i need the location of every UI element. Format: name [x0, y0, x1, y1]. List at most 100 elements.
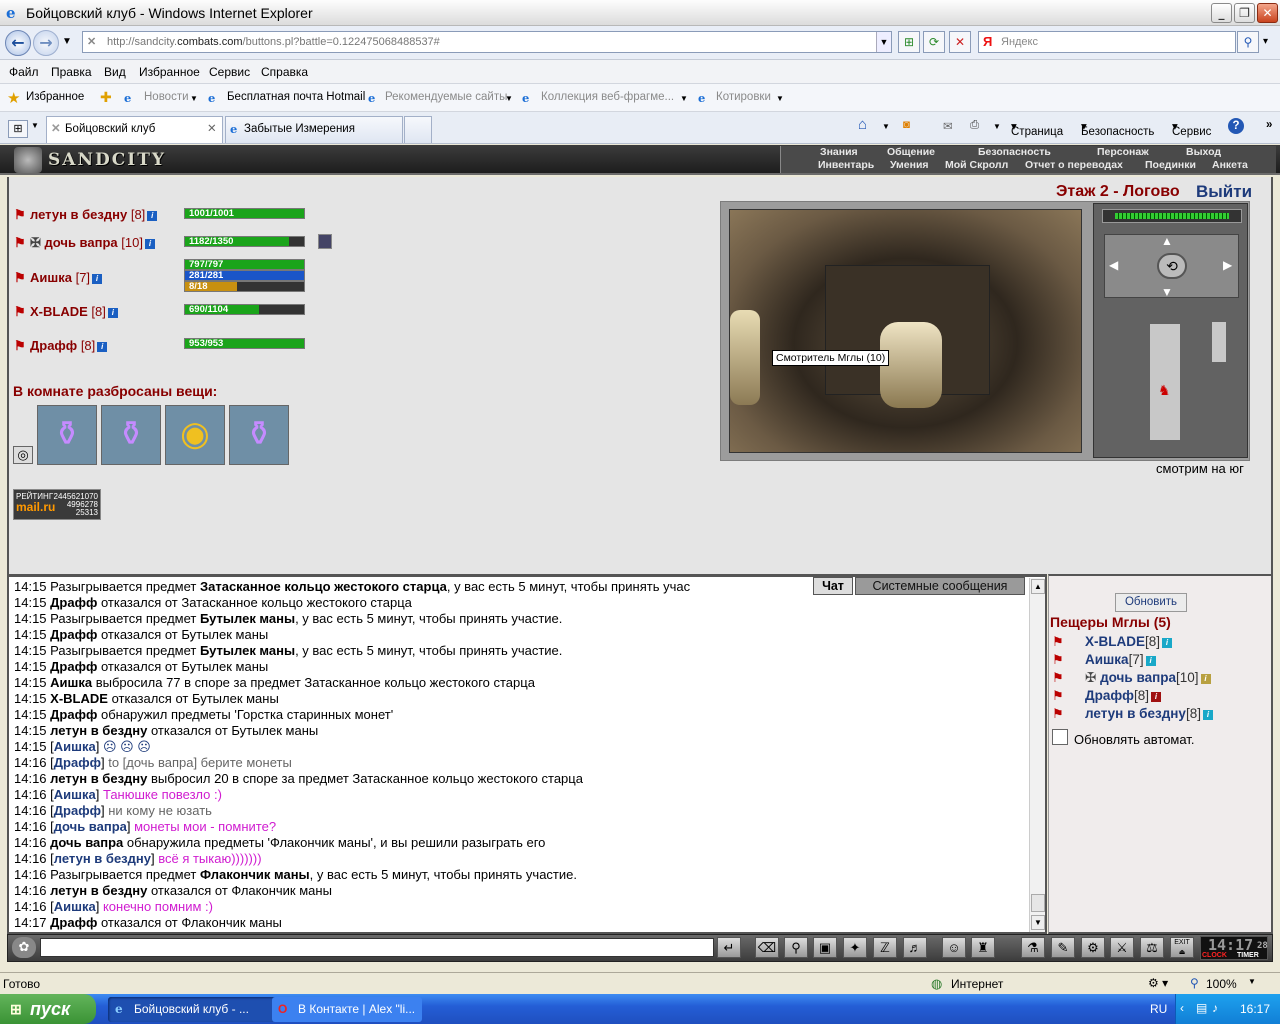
effect-icon[interactable] [318, 234, 332, 249]
new-tab-button[interactable] [404, 116, 432, 143]
info-icon[interactable]: i [92, 274, 103, 284]
timer-label[interactable]: TIMER [1237, 952, 1259, 959]
favorites-button[interactable]: Избранное [26, 91, 84, 103]
scroll-up-icon[interactable]: ▲ [1031, 579, 1045, 594]
menu-communication[interactable]: Общение [887, 146, 935, 159]
room-member[interactable]: X-BLADE[8] i [1085, 634, 1173, 649]
menu-skills[interactable]: Умения [890, 159, 929, 172]
menu-file[interactable]: Файл [9, 65, 39, 79]
clock[interactable]: 16:17 [1240, 1002, 1270, 1016]
message-actor[interactable]: летун в бездну [50, 771, 147, 786]
scroll-thumb[interactable] [1031, 894, 1045, 912]
refresh-icon[interactable]: ⟳ [923, 31, 945, 53]
message-actor[interactable]: Драфф [50, 627, 97, 642]
menu-exit[interactable]: Выход [1186, 146, 1221, 159]
speed-icon[interactable]: ♬ [903, 937, 927, 958]
start-button[interactable]: ⊞ пуск [0, 994, 96, 1024]
chat-input[interactable] [40, 938, 714, 957]
message-nick[interactable]: Драфф [54, 803, 101, 818]
npc-figure[interactable] [730, 310, 760, 405]
item-mana-potion[interactable]: ⚱ [229, 405, 289, 465]
room-member[interactable]: Аишка[7] i [1085, 652, 1156, 667]
message-actor[interactable]: Драфф [50, 915, 97, 930]
auto-refresh-checkbox[interactable] [1052, 729, 1068, 745]
trade-icon[interactable]: ⚖ [1140, 937, 1164, 958]
message-time[interactable]: 14:16 [14, 883, 47, 898]
message-actor[interactable]: Драфф [50, 595, 97, 610]
message-actor[interactable]: Аишка [50, 675, 92, 690]
toolbar-overflow-icon[interactable]: » [1266, 119, 1272, 131]
info-icon[interactable]: i [1145, 656, 1156, 666]
menu-view[interactable]: Вид [104, 65, 126, 79]
info-icon[interactable]: i [1151, 692, 1162, 702]
clan-icon[interactable]: ♜ [971, 937, 995, 958]
combat-icon[interactable]: ⚔ [1110, 937, 1134, 958]
tab-chat[interactable]: Чат [813, 577, 853, 595]
player-row[interactable]: ⚑ Аишка [7] i [14, 270, 103, 286]
compat-view-icon[interactable]: ⊞ [898, 31, 920, 53]
arrow-up-icon[interactable]: ▲ [1161, 234, 1173, 248]
protected-mode-icon[interactable]: ⚙ ▾ [1148, 976, 1168, 990]
home-icon[interactable]: ⌂ [858, 116, 867, 133]
message-nick[interactable]: дочь вапра [54, 819, 127, 834]
message-nick[interactable]: Аишка [54, 787, 96, 802]
message-time[interactable]: 14:16 [14, 835, 47, 850]
search-input[interactable]: Я Яндекс [978, 31, 1236, 53]
message-time[interactable]: 14:15 [14, 579, 47, 594]
player-row[interactable]: ⚑ ✠ дочь вапра [10] i [14, 235, 155, 251]
message-time[interactable]: 14:17 [14, 915, 47, 930]
scroll-icon[interactable]: ✎ [1051, 937, 1075, 958]
message-time[interactable]: 14:16 [14, 899, 47, 914]
message-time[interactable]: 14:15 [14, 739, 47, 754]
message-time[interactable]: 14:16 [14, 787, 47, 802]
menu-edit[interactable]: Правка [51, 65, 92, 79]
menu-security[interactable]: Безопасность [978, 146, 1051, 159]
message-time[interactable]: 14:15 [14, 707, 47, 722]
message-actor[interactable]: летун в бездну [50, 883, 147, 898]
clear-icon[interactable]: ⌫ [755, 937, 779, 958]
inventory-icon[interactable]: ⚗ [1021, 937, 1045, 958]
info-icon[interactable]: i [1202, 710, 1213, 720]
arrow-down-icon[interactable]: ▼ [1161, 285, 1173, 299]
back-button[interactable]: ← [5, 30, 31, 56]
send-icon[interactable]: ↵ [717, 937, 741, 958]
save-icon[interactable]: ▣ [813, 937, 837, 958]
message-time[interactable]: 14:16 [14, 755, 47, 770]
info-icon[interactable]: i [147, 211, 158, 221]
item-mana-potion[interactable]: ⚱ [101, 405, 161, 465]
forward-button[interactable]: → [33, 30, 59, 56]
message-time[interactable]: 14:15 [14, 723, 47, 738]
menu-scroll[interactable]: Мой Скролл [945, 159, 1008, 172]
url-dropdown-icon[interactable]: ▼ [876, 32, 891, 52]
message-time[interactable]: 14:15 [14, 659, 47, 674]
translit-icon[interactable]: ℤ [873, 937, 897, 958]
fav-suggested[interactable]: Рекомендуемые сайты [385, 91, 507, 103]
message-time[interactable]: 14:15 [14, 611, 47, 626]
tab-fight-club[interactable]: ✕ Бойцовский клуб ✕ [46, 116, 223, 143]
clock-label[interactable]: CLOCK [1202, 952, 1227, 959]
message-nick[interactable]: летун в бездну [54, 851, 151, 866]
turn-icon[interactable]: ⟲ [1157, 253, 1187, 279]
message-nick[interactable]: Драфф [54, 755, 101, 770]
task-fight-club[interactable]: e Бойцовский клуб - ... [108, 997, 282, 1022]
exit-game-button[interactable]: EXIT ⏏ [1170, 937, 1194, 958]
stop-icon[interactable]: ✕ [949, 31, 971, 53]
message-time[interactable]: 14:16 [14, 851, 47, 866]
fav-hotmail[interactable]: Бесплатная почта Hotmail [227, 91, 365, 103]
refresh-button[interactable]: Обновить [1115, 593, 1187, 612]
item-coins[interactable]: ◉ [165, 405, 225, 465]
info-icon[interactable]: i [107, 308, 118, 318]
info-icon[interactable]: i [97, 342, 108, 352]
room-member[interactable]: летун в бездну[8] i [1085, 706, 1213, 721]
chat-scrollbar[interactable]: ▲ ▼ [1029, 578, 1045, 932]
safety-menu[interactable]: Безопасность ▾ [1081, 119, 1154, 138]
filter-icon[interactable]: ⚲ [784, 937, 808, 958]
message-time[interactable]: 14:15 [14, 643, 47, 658]
tab-system-messages[interactable]: Системные сообщения [855, 577, 1025, 595]
task-vkontakte[interactable]: O В Контакте | Alex "li... [272, 997, 422, 1022]
menu-battles[interactable]: Поединки [1145, 159, 1196, 172]
chat-options-icon[interactable]: ✿ [12, 937, 36, 958]
player-row[interactable]: ⚑ Драфф [8] i [14, 338, 108, 354]
mail-icon[interactable]: ✉ [943, 119, 953, 133]
menu-tools[interactable]: Сервис [209, 65, 250, 79]
